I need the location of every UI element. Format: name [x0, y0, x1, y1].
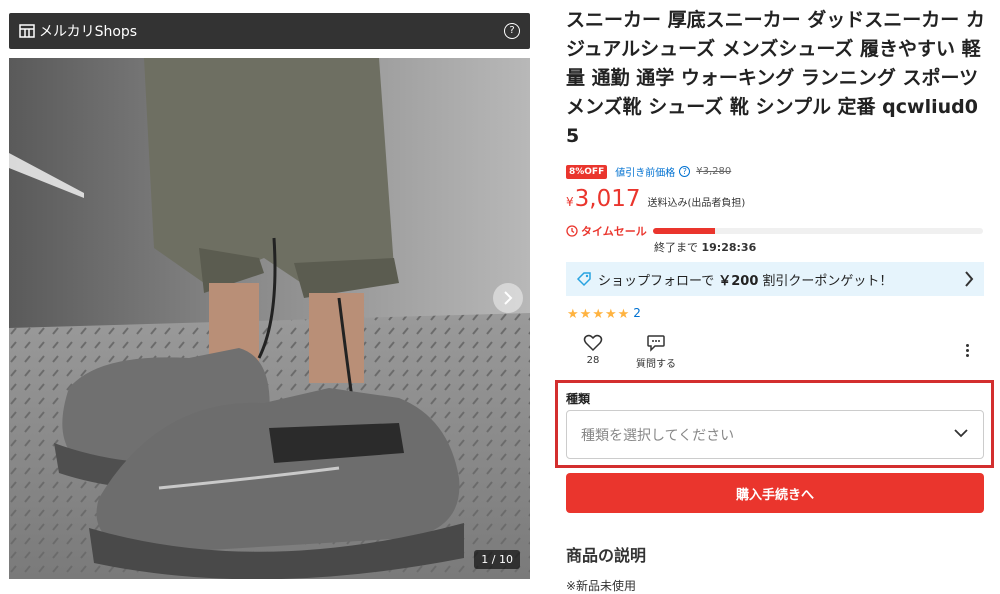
star-icon: ★ [617, 307, 630, 322]
coupon-banner[interactable]: ショップフォローで ￥200 割引クーポンゲット！ [566, 262, 984, 296]
variant-select[interactable]: 種類を選択してください [566, 410, 984, 459]
current-price: 3,017 [574, 186, 641, 212]
price-discount-row: 8%OFF 値引き前価格 ? ¥3,280 [566, 164, 731, 179]
action-row: 28 質問する [566, 334, 984, 374]
help-icon[interactable]: ? [504, 23, 520, 39]
coupon-text-before: ショップフォローで [598, 273, 715, 289]
description-heading: 商品の説明 [566, 546, 647, 565]
shipping-note: 送料込み(出品者負担) [647, 198, 746, 209]
timesale-progress-fill [652, 228, 716, 234]
image-counter: 1 / 10 [474, 550, 520, 569]
like-count: 28 [586, 355, 600, 366]
timesale-row: タイムセール [566, 223, 983, 239]
checkout-button[interactable]: 購入手続きへ [566, 473, 984, 513]
coupon-tag-icon [576, 272, 591, 287]
discount-badge: 8%OFF [566, 164, 608, 179]
countdown-prefix: 終了まで [654, 241, 698, 254]
timesale-countdown: 終了まで 19:28:36 [654, 239, 756, 255]
timesale-progress-bar [652, 228, 983, 234]
more-options-icon[interactable] [966, 344, 970, 359]
variant-label: 種類 [566, 392, 591, 406]
countdown-time: 19:28:36 [701, 241, 757, 254]
coupon-text-after: 割引クーポンゲット！ [762, 273, 893, 289]
product-photo-illustration [9, 58, 530, 579]
shops-header-title: メルカリShops [39, 24, 138, 40]
coupon-amount: ￥200 [718, 273, 759, 289]
heart-icon [583, 334, 603, 352]
next-image-button[interactable] [493, 283, 523, 313]
rating-count[interactable]: 2 [633, 306, 641, 320]
price-row: ¥ 3,017 送料込み(出品者負担) [566, 186, 745, 212]
star-rating: ★★★★★ [567, 303, 630, 322]
question-button[interactable]: 質問する [636, 334, 676, 370]
star-icon: ★ [567, 307, 579, 322]
rating-row[interactable]: ★★★★★ 2 [567, 303, 641, 323]
chevron-right-icon [504, 291, 513, 305]
pre-discount-label[interactable]: 値引き前価格 [615, 164, 675, 179]
chat-bubble-icon [647, 335, 665, 352]
product-image[interactable]: 1 / 10 [9, 58, 530, 579]
variant-select-placeholder: 種類を選択してください [581, 427, 735, 444]
question-circle-icon[interactable]: ? [679, 166, 691, 177]
shops-header-bar: メルカリShops ? [9, 13, 530, 49]
star-icon: ★ [592, 307, 604, 322]
shop-icon [19, 24, 35, 38]
clock-icon [566, 225, 578, 237]
star-icon: ★ [579, 307, 592, 322]
chevron-right-icon [965, 271, 974, 287]
currency-symbol: ¥ [566, 195, 574, 209]
chevron-down-icon [954, 429, 968, 438]
question-label: 質問する [636, 359, 676, 370]
like-button[interactable]: 28 [583, 334, 603, 366]
description-text: ※新品未使用 [566, 579, 637, 593]
old-price: ¥3,280 [696, 166, 732, 177]
star-icon: ★ [604, 307, 617, 322]
timesale-label: タイムセール [581, 225, 647, 238]
product-title: スニーカー 厚底スニーカー ダッドスニーカー カジュアルシューズ メンズシューズ… [566, 9, 985, 147]
